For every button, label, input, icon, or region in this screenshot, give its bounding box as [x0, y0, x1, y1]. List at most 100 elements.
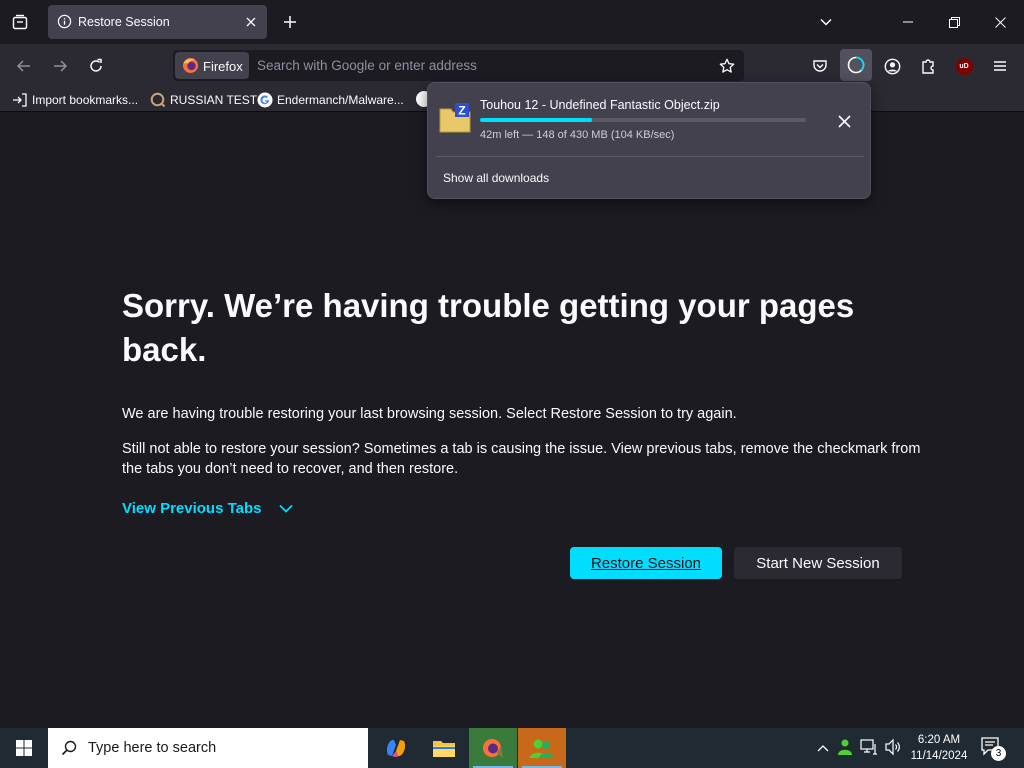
favicon-icon — [150, 92, 166, 108]
notification-count-badge: 3 — [991, 746, 1006, 761]
view-previous-tabs-link[interactable]: View Previous Tabs — [122, 500, 262, 517]
arrow-right-icon — [54, 60, 68, 72]
chevron-down-icon — [820, 18, 832, 26]
bookmark-label: Import bookmarks... — [32, 93, 139, 107]
firefox-icon — [483, 739, 503, 758]
google-icon — [257, 92, 273, 108]
start-new-session-button[interactable]: Start New Session — [734, 547, 902, 579]
taskbar-search-placeholder: Type here to search — [88, 740, 217, 756]
cancel-download-button[interactable] — [830, 107, 858, 135]
pocket-icon — [813, 60, 827, 72]
address-input[interactable] — [257, 52, 687, 79]
new-tab-button[interactable] — [278, 10, 302, 34]
identity-label: Firefox — [203, 59, 243, 74]
minimize-button[interactable] — [885, 0, 931, 44]
taskbar-file-explorer[interactable] — [420, 728, 468, 768]
restore-window-icon — [948, 16, 960, 28]
list-tabs-button[interactable] — [814, 10, 838, 34]
show-hidden-icons-button[interactable] — [814, 738, 832, 758]
chevron-down-icon[interactable] — [278, 502, 294, 516]
taskbar-copilot[interactable] — [372, 728, 420, 768]
taskbar-firefox[interactable] — [469, 728, 517, 768]
account-button[interactable] — [878, 52, 906, 80]
user-tray-icon — [838, 739, 852, 755]
reload-button[interactable] — [82, 52, 110, 80]
account-icon — [884, 58, 900, 74]
close-window-button[interactable] — [977, 0, 1024, 44]
divider — [436, 156, 864, 157]
tab-title: Restore Session — [78, 15, 170, 29]
close-icon — [995, 16, 1006, 28]
page-title: Sorry. We’re having trouble getting your… — [122, 287, 855, 368]
description-text: We are having trouble restoring your las… — [122, 406, 737, 422]
downloads-button[interactable] — [840, 49, 872, 81]
clock-date: 11/14/2024 — [910, 750, 968, 762]
start-new-session-label: Start New Session — [756, 555, 879, 572]
close-icon — [837, 114, 851, 128]
zip-file-icon: Z — [439, 103, 471, 133]
windows-taskbar: Type here to search 6:20 AM 11/14/2024 3 — [0, 728, 1024, 768]
notification-center-button[interactable]: 3 — [980, 736, 1008, 762]
ublock-origin-button[interactable]: uD — [950, 52, 978, 80]
download-progress-bar — [480, 118, 806, 122]
folder-icon — [433, 741, 455, 757]
tab-strip: Restore Session — [0, 0, 1024, 44]
page-content: Sorry. We’re having trouble getting your… — [0, 112, 1024, 728]
taskbar-search-box[interactable]: Type here to search — [48, 728, 368, 768]
volume-button[interactable] — [884, 738, 904, 758]
import-icon — [13, 93, 27, 107]
hamburger-menu-icon — [994, 61, 1006, 71]
zip-badge-letter: Z — [458, 104, 465, 118]
taskbar-clock[interactable]: 6:20 AM 11/14/2024 — [906, 732, 972, 764]
bookmark-russian-test[interactable]: RUSSIAN TEST — [150, 91, 257, 109]
bookmark-label: Endermanch/Malware... — [277, 93, 404, 107]
download-status: 42m left — 148 of 430 MB (104 KB/sec) — [480, 129, 675, 141]
help-text: Still not able to restore your session? … — [122, 441, 921, 477]
restore-session-button[interactable]: Restore Session — [570, 547, 722, 579]
puzzle-icon — [922, 59, 934, 74]
download-filename: Touhou 12 - Undefined Fantastic Object.z… — [480, 98, 720, 112]
show-all-downloads-label: Show all downloads — [443, 171, 550, 185]
close-icon — [246, 17, 256, 27]
bookmark-endermanch[interactable]: Endermanch/Malware... — [257, 91, 404, 109]
tab-restore-session[interactable]: Restore Session — [48, 5, 267, 39]
ublock-origin-badge: uD — [959, 62, 969, 70]
identity-box[interactable]: Firefox — [175, 52, 249, 79]
url-bar[interactable]: Firefox — [173, 50, 744, 81]
speaker-icon — [885, 738, 900, 756]
network-icon — [860, 739, 877, 755]
minimize-icon — [903, 21, 913, 23]
chevron-up-icon — [817, 745, 829, 752]
start-button[interactable] — [0, 728, 48, 768]
firefox-logo-icon — [183, 58, 198, 73]
taskbar-app-2[interactable] — [518, 728, 566, 768]
forward-button[interactable] — [46, 52, 74, 80]
restore-window-button[interactable] — [931, 0, 977, 44]
download-progress-icon — [847, 56, 865, 74]
navigation-toolbar: Firefox uD — [0, 44, 1024, 86]
notification-count: 3 — [995, 748, 1002, 759]
app-menu-button[interactable] — [986, 52, 1014, 80]
tab-manager-icon — [12, 14, 28, 30]
list-all-tabs-button[interactable] — [8, 10, 32, 34]
clock-time: 6:20 AM — [917, 734, 961, 746]
back-button[interactable] — [10, 52, 38, 80]
tray-app-icon[interactable] — [836, 738, 856, 758]
downloads-panel: Z Touhou 12 - Undefined Fantastic Object… — [427, 82, 871, 199]
arrow-left-icon — [16, 60, 30, 72]
plus-icon — [284, 16, 296, 28]
copilot-icon — [386, 739, 406, 757]
pocket-button[interactable] — [806, 52, 834, 80]
windows-logo-icon — [16, 740, 32, 756]
bookmark-label: RUSSIAN TEST — [170, 93, 258, 107]
extensions-button[interactable] — [914, 52, 942, 80]
info-icon — [57, 14, 72, 29]
close-tab-button[interactable] — [241, 12, 261, 32]
network-button[interactable] — [860, 738, 880, 758]
star-icon — [719, 58, 735, 73]
download-progress-fill — [480, 118, 593, 122]
show-all-downloads-button[interactable]: Show all downloads — [443, 171, 549, 185]
bookmark-import[interactable]: Import bookmarks... — [12, 91, 138, 109]
ublock-origin-icon: uD — [955, 57, 973, 75]
bookmark-star-button[interactable] — [717, 56, 737, 76]
